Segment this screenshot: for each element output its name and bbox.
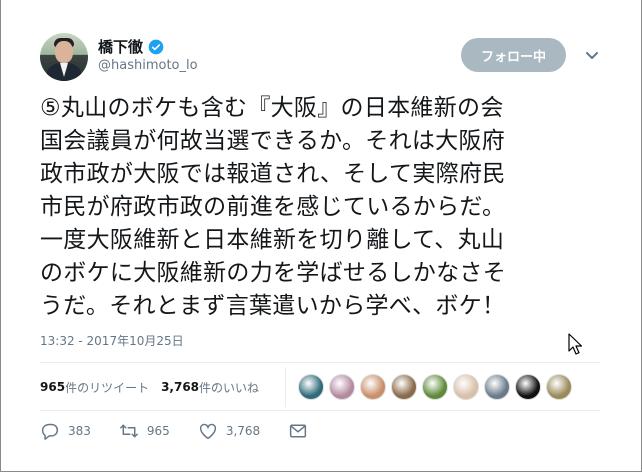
- liker-avatar[interactable]: [453, 374, 479, 400]
- retweet-button[interactable]: 965: [119, 422, 170, 440]
- like-stat[interactable]: 3,768 件のいいね: [161, 379, 259, 396]
- liker-avatar[interactable]: [484, 374, 510, 400]
- retweet-action-count: 965: [146, 424, 170, 438]
- user-handle[interactable]: @hashimoto_lo: [98, 58, 198, 73]
- display-name-row[interactable]: 橋下徹: [98, 36, 164, 57]
- retweet-label: 件のリツイート: [65, 380, 150, 395]
- liker-avatar[interactable]: [422, 374, 448, 400]
- retweet-stat[interactable]: 965 件のリツイート: [40, 379, 149, 396]
- liker-avatar[interactable]: [546, 374, 572, 400]
- liker-avatar[interactable]: [329, 374, 355, 400]
- tweet-timestamp[interactable]: 13:32 - 2017年10月25日: [40, 332, 184, 349]
- reply-button[interactable]: 383: [40, 422, 91, 440]
- divider: [40, 410, 600, 411]
- like-label: 件のいいね: [199, 380, 260, 395]
- heart-icon: [199, 423, 216, 440]
- retweet-icon: [119, 424, 138, 438]
- engagement-stats: 965 件のリツイート 3,768 件のいいね: [40, 377, 271, 397]
- retweet-count: 965: [40, 380, 66, 394]
- liker-avatar[interactable]: [298, 374, 324, 400]
- tweet-text: ⑤丸山のボケも含む『大阪』の日本維新の会 国会議員が何故当選できるか。それは大阪…: [40, 95, 506, 319]
- divider: [40, 362, 600, 363]
- action-bar: 383 965 3,768: [40, 422, 344, 440]
- liker-avatar[interactable]: [360, 374, 386, 400]
- liker-avatar[interactable]: [391, 374, 417, 400]
- like-button[interactable]: 3,768: [198, 422, 260, 440]
- liker-avatar[interactable]: [515, 374, 541, 400]
- like-action-count: 3,768: [225, 424, 261, 438]
- envelope-icon: [290, 424, 307, 438]
- divider: [285, 367, 286, 407]
- display-name[interactable]: 橋下徹: [98, 36, 143, 57]
- liker-avatars: [298, 374, 575, 400]
- direct-message-button[interactable]: [288, 422, 316, 440]
- verified-badge-icon: [148, 39, 164, 54]
- avatar[interactable]: [40, 33, 88, 81]
- reply-count: 383: [68, 424, 91, 438]
- chevron-down-icon[interactable]: [583, 46, 601, 64]
- mouse-cursor-icon: [568, 333, 582, 355]
- like-count: 3,768: [161, 380, 200, 394]
- reply-icon: [41, 423, 59, 440]
- following-button[interactable]: フォロー中: [461, 38, 566, 72]
